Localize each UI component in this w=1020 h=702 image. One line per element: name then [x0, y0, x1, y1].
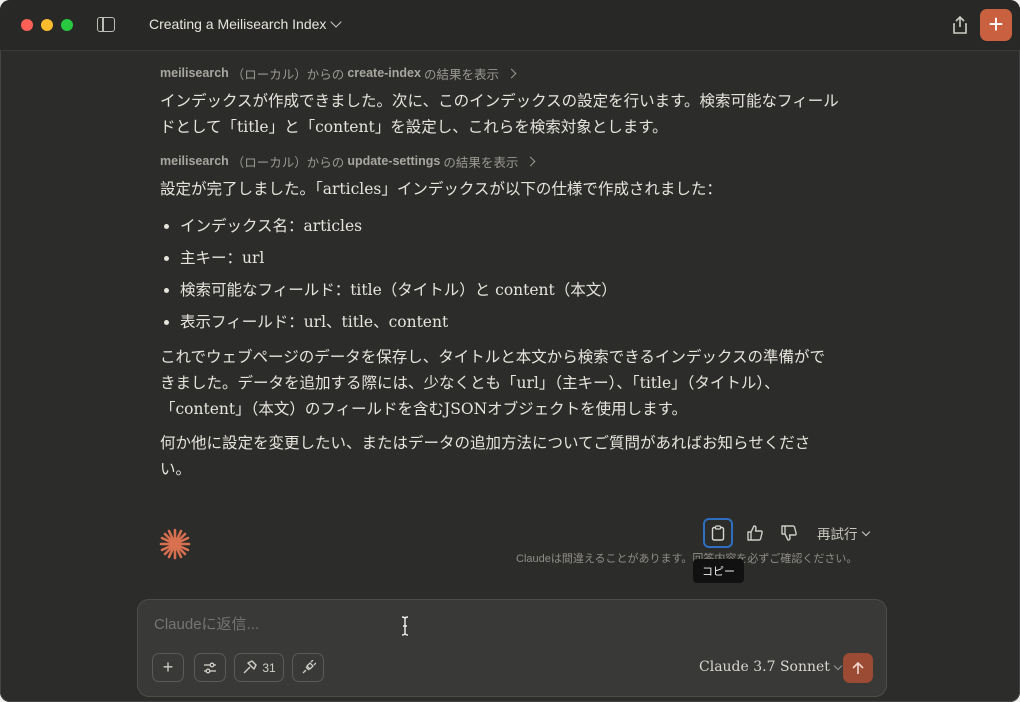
- text-cursor-icon: [401, 616, 409, 636]
- list-item: 検索可能なフィールド：title（タイトル）と content（本文）: [180, 274, 840, 306]
- message-paragraph: これでウェブページのデータを保存し、タイトルと本文から検索できるインデックスの準…: [160, 348, 825, 418]
- model-selector[interactable]: Claude 3.7 Sonnet: [699, 659, 843, 675]
- share-button[interactable]: [950, 14, 970, 36]
- sliders-icon: [204, 662, 216, 673]
- tool-scope: （ローカル）からの: [231, 155, 345, 170]
- plug-icon: [302, 660, 316, 674]
- new-chat-button[interactable]: +: [980, 9, 1012, 41]
- message-actions: 再試行: [703, 516, 870, 550]
- tool-suffix: の結果を表示: [443, 155, 519, 170]
- list-item: 主キー：url: [180, 242, 840, 274]
- message-paragraph: インデックスが作成できました。次に、このインデックスの設定を行います。検索可能な…: [160, 92, 839, 136]
- composer: + 31 Claude 3.7 Sonnet: [137, 599, 887, 697]
- chevron-down-icon: [330, 16, 343, 28]
- message-content: meilisearch （ローカル）からの create-index の結果を表…: [160, 60, 840, 490]
- tool-server-name: meilisearch: [160, 66, 229, 80]
- spec-list: インデックス名：articles 主キー：url 検索可能なフィールド：titl…: [160, 210, 840, 338]
- app-window: Creating a Meilisearch Index + meilisear…: [0, 0, 1020, 702]
- close-window-button[interactable]: [21, 19, 33, 31]
- thumbs-down-button[interactable]: [777, 521, 801, 545]
- message-paragraph: 何か他に設定を変更したい、またはデータの追加方法についてご質問があればお知らせく…: [160, 434, 811, 478]
- title-bar: Creating a Meilisearch Index +: [0, 0, 1020, 51]
- list-item: インデックス名：articles: [180, 210, 840, 242]
- hammer-icon: [243, 660, 258, 674]
- retry-label: 再試行: [817, 527, 858, 542]
- plus-icon: +: [162, 657, 174, 677]
- thumbs-down-icon: [781, 525, 797, 541]
- copy-button[interactable]: [703, 518, 733, 548]
- tool-scope: （ローカル）からの: [231, 67, 345, 82]
- chevron-down-icon: [833, 661, 843, 670]
- tools-button[interactable]: 31: [234, 653, 284, 682]
- plus-icon: +: [988, 9, 1004, 39]
- send-button[interactable]: [843, 653, 873, 683]
- minimize-window-button[interactable]: [41, 19, 53, 31]
- chat-title-dropdown[interactable]: Creating a Meilisearch Index: [149, 16, 343, 32]
- list-item: 表示フィールド：url、title、content: [180, 306, 840, 338]
- maximize-window-button[interactable]: [61, 19, 73, 31]
- tool-result-toggle-update-settings[interactable]: meilisearch （ローカル）からの update-settings の結…: [160, 148, 840, 174]
- chevron-right-icon: [506, 68, 517, 78]
- tools-count: 31: [262, 660, 276, 675]
- tool-result-toggle-create-index[interactable]: meilisearch （ローカル）からの create-index の結果を表…: [160, 60, 840, 86]
- options-button[interactable]: [194, 653, 226, 682]
- disclaimer-text: Claudeは間違えることがあります。回答内容を必ずご確認ください。: [516, 553, 858, 565]
- sidebar-toggle-icon[interactable]: [97, 17, 115, 32]
- retry-button[interactable]: 再試行: [817, 523, 870, 543]
- thumbs-up-icon: [747, 525, 763, 541]
- copy-tooltip: コピー: [693, 559, 744, 583]
- integration-button[interactable]: [292, 653, 324, 682]
- tool-suffix: の結果を表示: [423, 67, 499, 82]
- chevron-right-icon: [525, 156, 536, 166]
- model-name: Claude 3.7 Sonnet: [699, 659, 830, 675]
- message-paragraph: 設定が完了しました。「articles」インデックスが以下の仕様で作成されました…: [160, 180, 722, 198]
- tool-server-name: meilisearch: [160, 154, 229, 168]
- tool-name: update-settings: [347, 154, 441, 168]
- chat-title: Creating a Meilisearch Index: [149, 16, 327, 32]
- claude-logo-icon: [158, 527, 192, 561]
- clipboard-icon: [711, 525, 725, 541]
- tool-name: create-index: [347, 66, 421, 80]
- share-icon: [953, 15, 967, 34]
- thumbs-up-button[interactable]: [743, 521, 767, 545]
- arrow-up-icon: [852, 661, 864, 674]
- chevron-down-icon: [861, 527, 870, 536]
- attach-button[interactable]: +: [152, 653, 184, 682]
